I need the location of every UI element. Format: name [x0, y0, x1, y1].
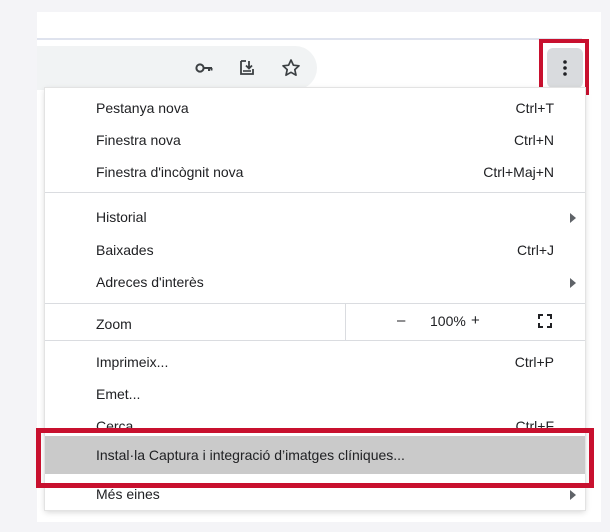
- menu-item-label: Adreces d'interès: [96, 274, 204, 290]
- menu-item-label: Emet...: [96, 386, 141, 402]
- key-icon[interactable]: [193, 57, 215, 79]
- zoom-controls: – 100% +: [345, 304, 585, 340]
- menu-item-label: Historial: [96, 209, 147, 225]
- menu-item-print[interactable]: Imprimeix... Ctrl+P: [45, 346, 585, 378]
- highlight-box-install-item: [36, 428, 594, 488]
- menu-item-shortcut: Ctrl+Maj+N: [483, 164, 554, 180]
- menu-item-shortcut: Ctrl+P: [514, 354, 554, 370]
- menu-item-shortcut: Ctrl+J: [517, 242, 554, 258]
- menu-item-label: Més eines: [96, 486, 160, 502]
- zoom-divider: [345, 304, 346, 340]
- fullscreen-icon[interactable]: [538, 314, 552, 328]
- submenu-arrow-icon: [570, 213, 576, 223]
- menu-item-zoom: Zoom – 100% +: [45, 304, 585, 340]
- page-edge: [592, 370, 596, 410]
- highlight-box-menu-button: [539, 39, 589, 95]
- tab-strip-border: [37, 38, 582, 40]
- menu-item-history[interactable]: Historial: [45, 201, 585, 233]
- menu-item-label: Finestra d'incògnit nova: [96, 164, 244, 180]
- menu-item-new-tab[interactable]: Pestanya nova Ctrl+T: [45, 92, 585, 124]
- zoom-out-button[interactable]: –: [397, 312, 405, 329]
- submenu-arrow-icon: [570, 278, 576, 288]
- menu-item-label: Finestra nova: [96, 132, 181, 148]
- menu-item-label: Baixades: [96, 242, 154, 258]
- menu-item-label: Pestanya nova: [96, 100, 189, 116]
- menu-item-incognito[interactable]: Finestra d'incògnit nova Ctrl+Maj+N: [45, 156, 585, 188]
- install-app-icon[interactable]: [236, 57, 258, 79]
- menu-item-shortcut: Ctrl+T: [515, 100, 555, 116]
- browser-toolbar: [37, 12, 601, 95]
- zoom-level: 100%: [430, 313, 466, 329]
- menu-separator: [45, 192, 585, 193]
- zoom-in-button[interactable]: +: [471, 312, 480, 329]
- menu-item-new-window[interactable]: Finestra nova Ctrl+N: [45, 124, 585, 156]
- menu-item-cast[interactable]: Emet...: [45, 378, 585, 410]
- menu-item-bookmarks[interactable]: Adreces d'interès: [45, 266, 585, 298]
- menu-item-label: Imprimeix...: [96, 354, 169, 370]
- menu-item-label: Zoom: [96, 316, 132, 332]
- submenu-arrow-icon: [570, 490, 576, 500]
- bookmark-star-icon[interactable]: [280, 57, 302, 79]
- address-bar[interactable]: [37, 46, 317, 90]
- menu-item-shortcut: Ctrl+N: [513, 132, 554, 148]
- menu-item-downloads[interactable]: Baixades Ctrl+J: [45, 234, 585, 266]
- menu-separator: [45, 340, 585, 341]
